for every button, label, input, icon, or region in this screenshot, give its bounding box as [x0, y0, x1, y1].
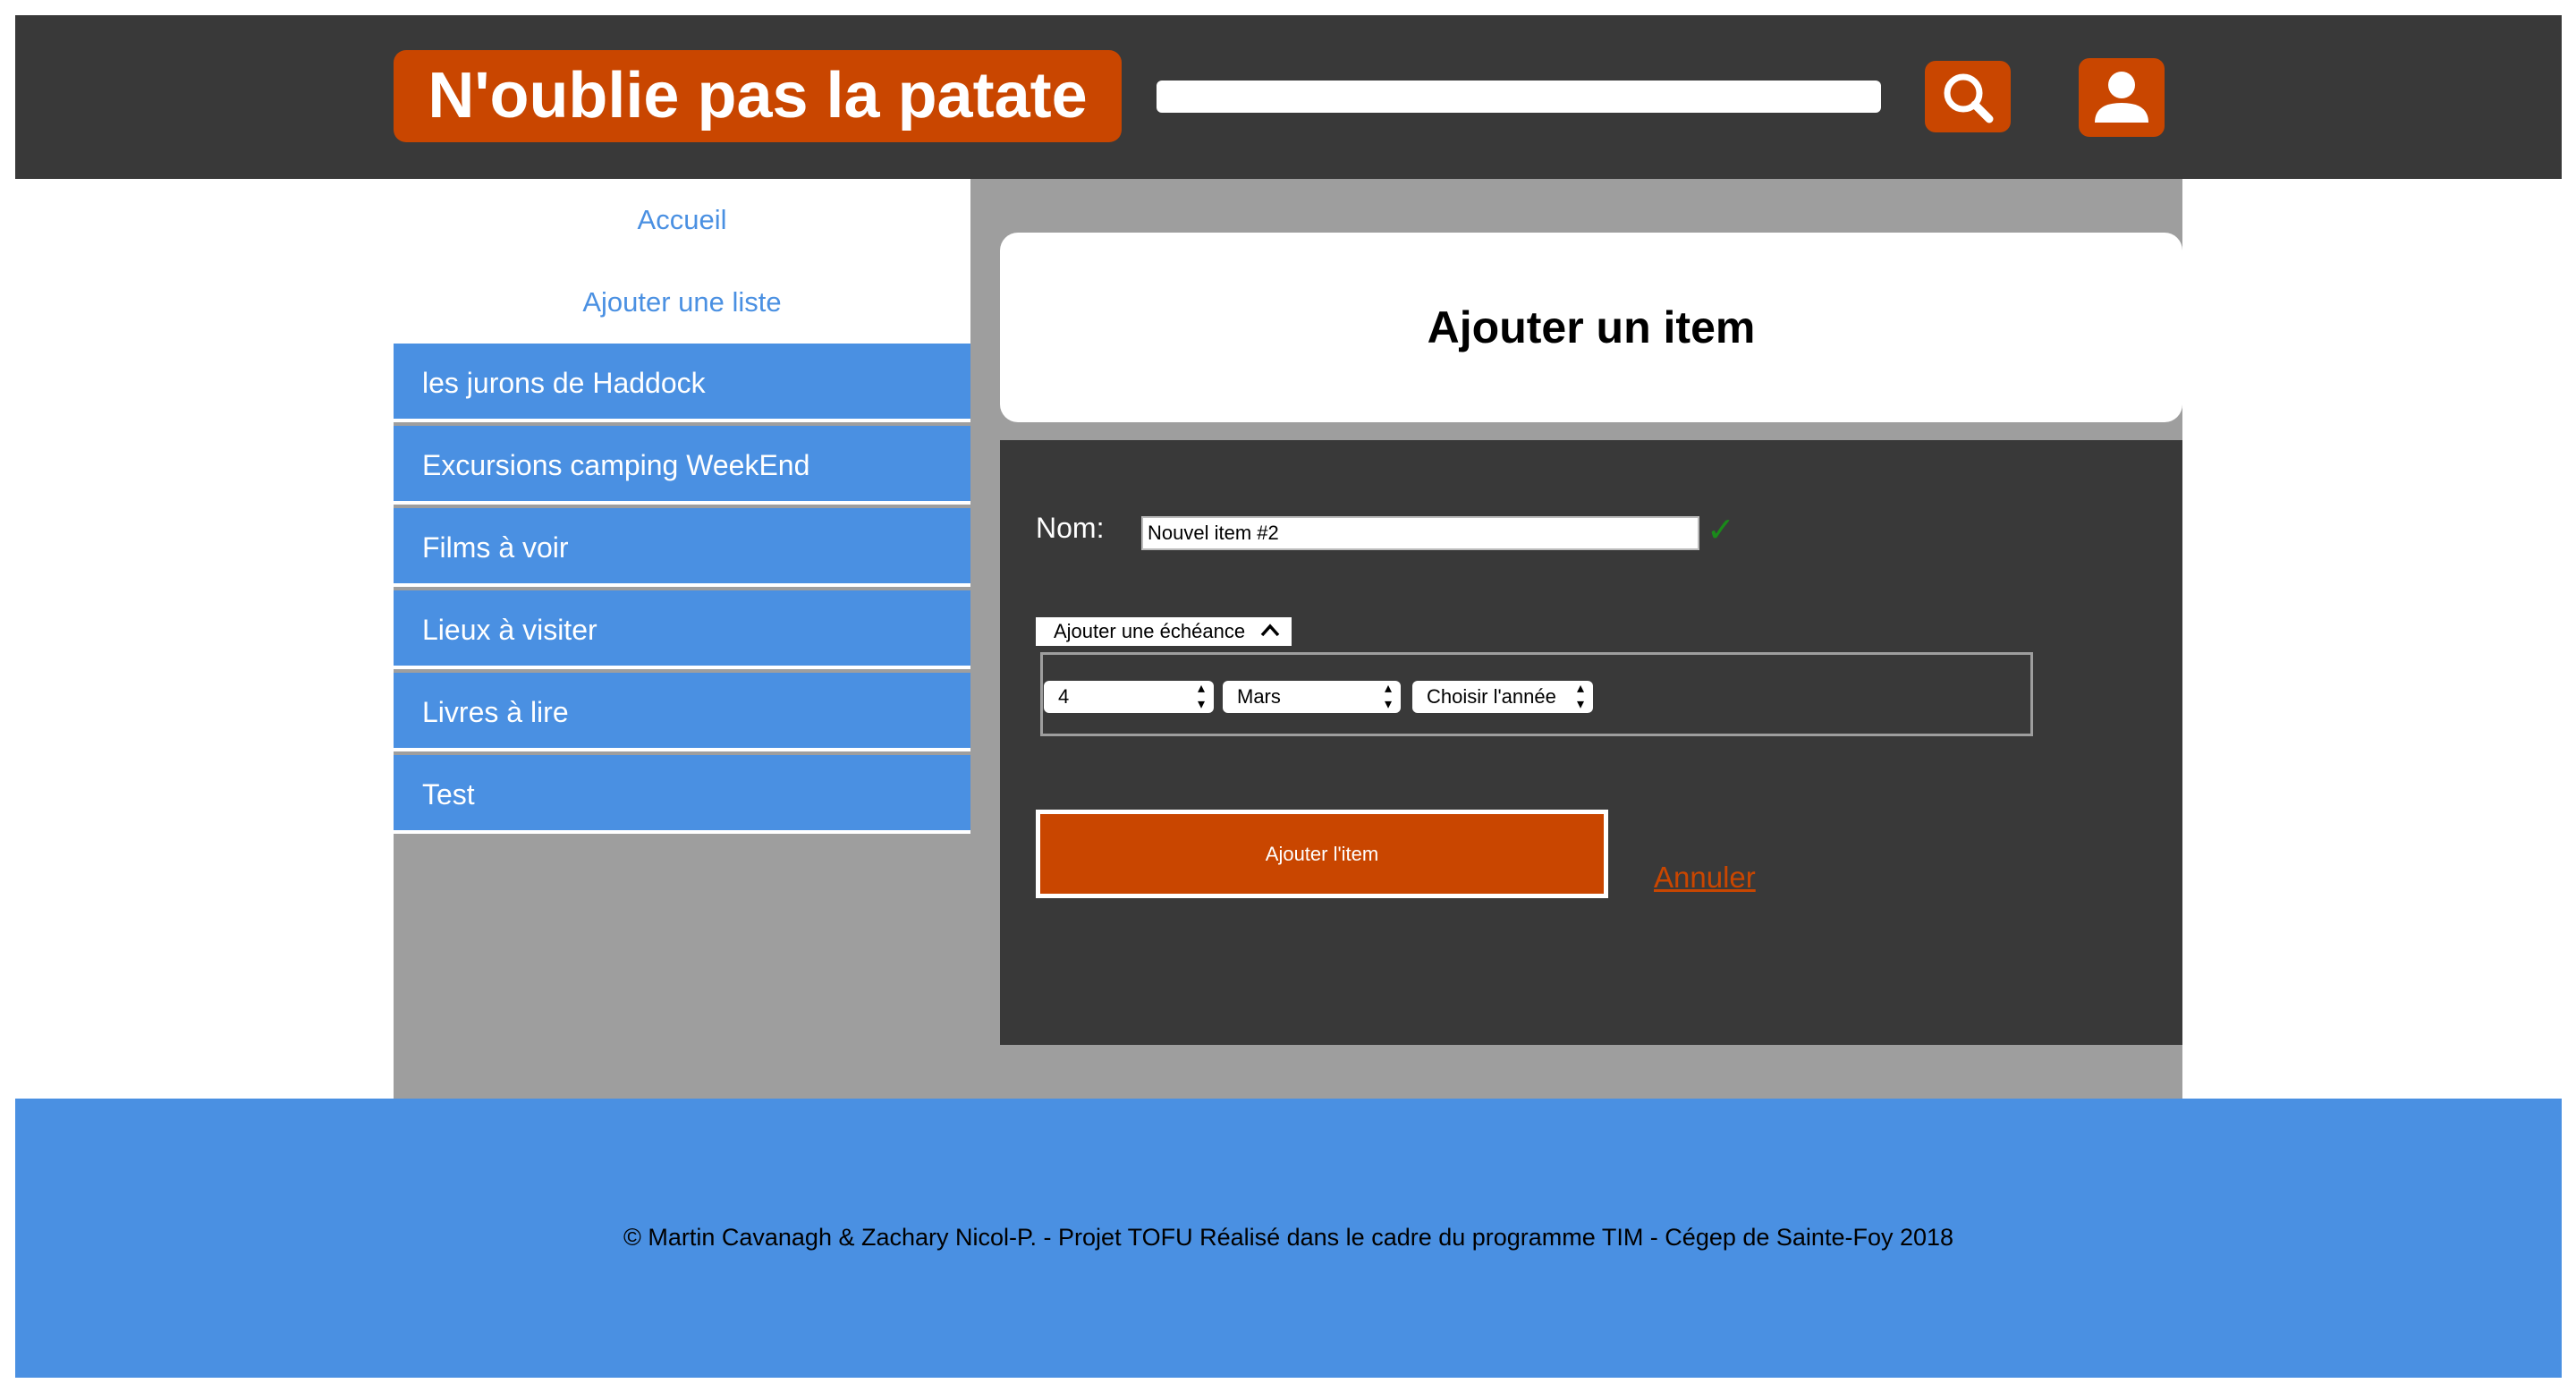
- page-title: Ajouter un item: [1000, 233, 2182, 422]
- year-select[interactable]: Choisir l'année ▴ ▾: [1412, 681, 1593, 713]
- sidebar-list-item[interactable]: Test: [394, 755, 970, 834]
- sidebar-list-item[interactable]: Lieux à visiter: [394, 590, 970, 669]
- nav-link-home[interactable]: Accueil: [394, 179, 970, 261]
- sidebar-list-item[interactable]: Livres à lire: [394, 673, 970, 751]
- user-button[interactable]: [2079, 58, 2165, 137]
- sidebar-list-item[interactable]: Films à voir: [394, 508, 970, 587]
- select-arrows-icon: ▴ ▾: [1197, 681, 1205, 712]
- site-logo[interactable]: N'oublie pas la patate: [394, 50, 1122, 142]
- year-select-value: Choisir l'année: [1427, 685, 1556, 708]
- add-item-button[interactable]: Ajouter l'item: [1036, 810, 1608, 898]
- search-input[interactable]: [1157, 81, 1881, 113]
- month-select-value: Mars: [1237, 685, 1281, 708]
- select-arrows-icon: ▴ ▾: [1384, 681, 1392, 712]
- deadline-toggle-button[interactable]: Ajouter une échéance: [1036, 617, 1292, 646]
- day-select[interactable]: 4 ▴ ▾: [1044, 681, 1214, 713]
- sidebar-list-item[interactable]: Excursions camping WeekEnd: [394, 426, 970, 505]
- cancel-link[interactable]: Annuler: [1654, 861, 1756, 895]
- nav-link-add-list[interactable]: Ajouter une liste: [394, 261, 970, 344]
- select-arrows-icon: ▴ ▾: [1576, 681, 1584, 712]
- day-select-value: 4: [1058, 685, 1070, 708]
- name-input[interactable]: Nouvel item #2: [1141, 516, 1699, 550]
- checkmark-icon: ✓: [1707, 512, 1735, 549]
- search-icon: [1944, 73, 1994, 123]
- footer-credits: © Martin Cavanagh & Zachary Nicol-P. - P…: [623, 1224, 1954, 1251]
- sidebar-list-item[interactable]: les jurons de Haddock: [394, 344, 970, 422]
- search-button[interactable]: [1925, 61, 2011, 132]
- name-label: Nom:: [1036, 512, 1105, 544]
- user-icon: [2095, 72, 2148, 123]
- month-select[interactable]: Mars ▴ ▾: [1223, 681, 1401, 713]
- chevron-up-icon: [1260, 624, 1280, 637]
